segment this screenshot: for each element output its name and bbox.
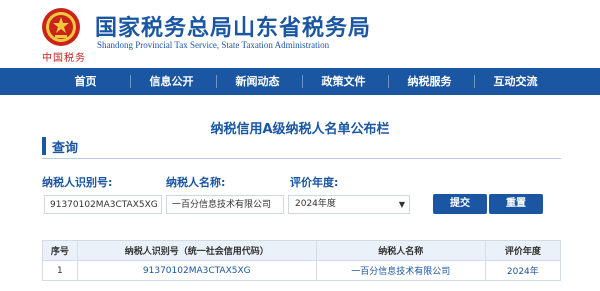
nav-item-info[interactable]: 信息公开 <box>124 68 219 95</box>
row-index: 1 <box>42 260 78 281</box>
site-header: 中国税务 国家税务总局山东省税务局 Shandong Provincial Ta… <box>0 0 600 68</box>
evaluation-year-value: 2024年度 <box>295 199 336 209</box>
nav-item-policy[interactable]: 政策文件 <box>296 68 391 95</box>
reset-button[interactable]: 重置 <box>489 194 543 214</box>
section-marker <box>42 137 46 155</box>
column-header-index: 序号 <box>42 240 78 261</box>
column-header-year: 评价年度 <box>484 240 562 261</box>
section-divider <box>42 158 561 159</box>
row-taxpayer-id: 91370102MA3CTAX5XG <box>76 260 317 281</box>
section-title: 查询 <box>52 141 79 156</box>
taxpayer-id-label: 纳税人识别号: <box>42 176 113 189</box>
nav-item-news[interactable]: 新闻动态 <box>210 68 305 95</box>
nav-item-service[interactable]: 纳税服务 <box>382 68 477 95</box>
table-header-row: 序号 纳税人识别号（统一社会信用代码） 纳税人名称 评价年度 <box>42 240 562 261</box>
site-subtitle: Shandong Provincial Tax Service, State T… <box>97 40 330 50</box>
column-header-taxpayer-id: 纳税人识别号（统一社会信用代码） <box>76 240 317 261</box>
nav-item-interaction[interactable]: 互动交流 <box>468 68 563 95</box>
tax-emblem-icon <box>42 8 80 46</box>
site-title[interactable]: 国家税务总局山东省税务局 <box>95 10 371 42</box>
nav-item-home[interactable]: 首页 <box>38 68 133 95</box>
table-row: 1 91370102MA3CTAX5XG 一百分信息技术有限公司 2024年 <box>42 260 562 281</box>
taxpayer-id-input[interactable]: 91370102MA3CTAX5XG <box>44 195 162 214</box>
taxpayer-name-label: 纳税人名称: <box>166 176 226 189</box>
emblem-caption: 中国税务 <box>42 53 86 64</box>
column-header-taxpayer-name: 纳税人名称 <box>315 240 486 261</box>
results-table: 序号 纳税人识别号（统一社会信用代码） 纳税人名称 评价年度 1 9137010… <box>42 240 562 281</box>
evaluation-year-label: 评价年度: <box>290 176 339 189</box>
page-title: 纳税信用A级纳税人名单公布栏 <box>210 122 390 137</box>
submit-button[interactable]: 提交 <box>433 194 487 214</box>
evaluation-year-select[interactable]: 2024年度 ▼ <box>288 195 410 214</box>
row-year: 2024年 <box>484 260 562 281</box>
taxpayer-name-input[interactable]: 一百分信息技术有限公司 <box>166 195 284 214</box>
row-taxpayer-name: 一百分信息技术有限公司 <box>315 260 486 281</box>
chevron-down-icon: ▼ <box>398 200 405 209</box>
main-nav: 首页 信息公开 新闻动态 政策文件 纳税服务 互动交流 <box>0 68 600 95</box>
